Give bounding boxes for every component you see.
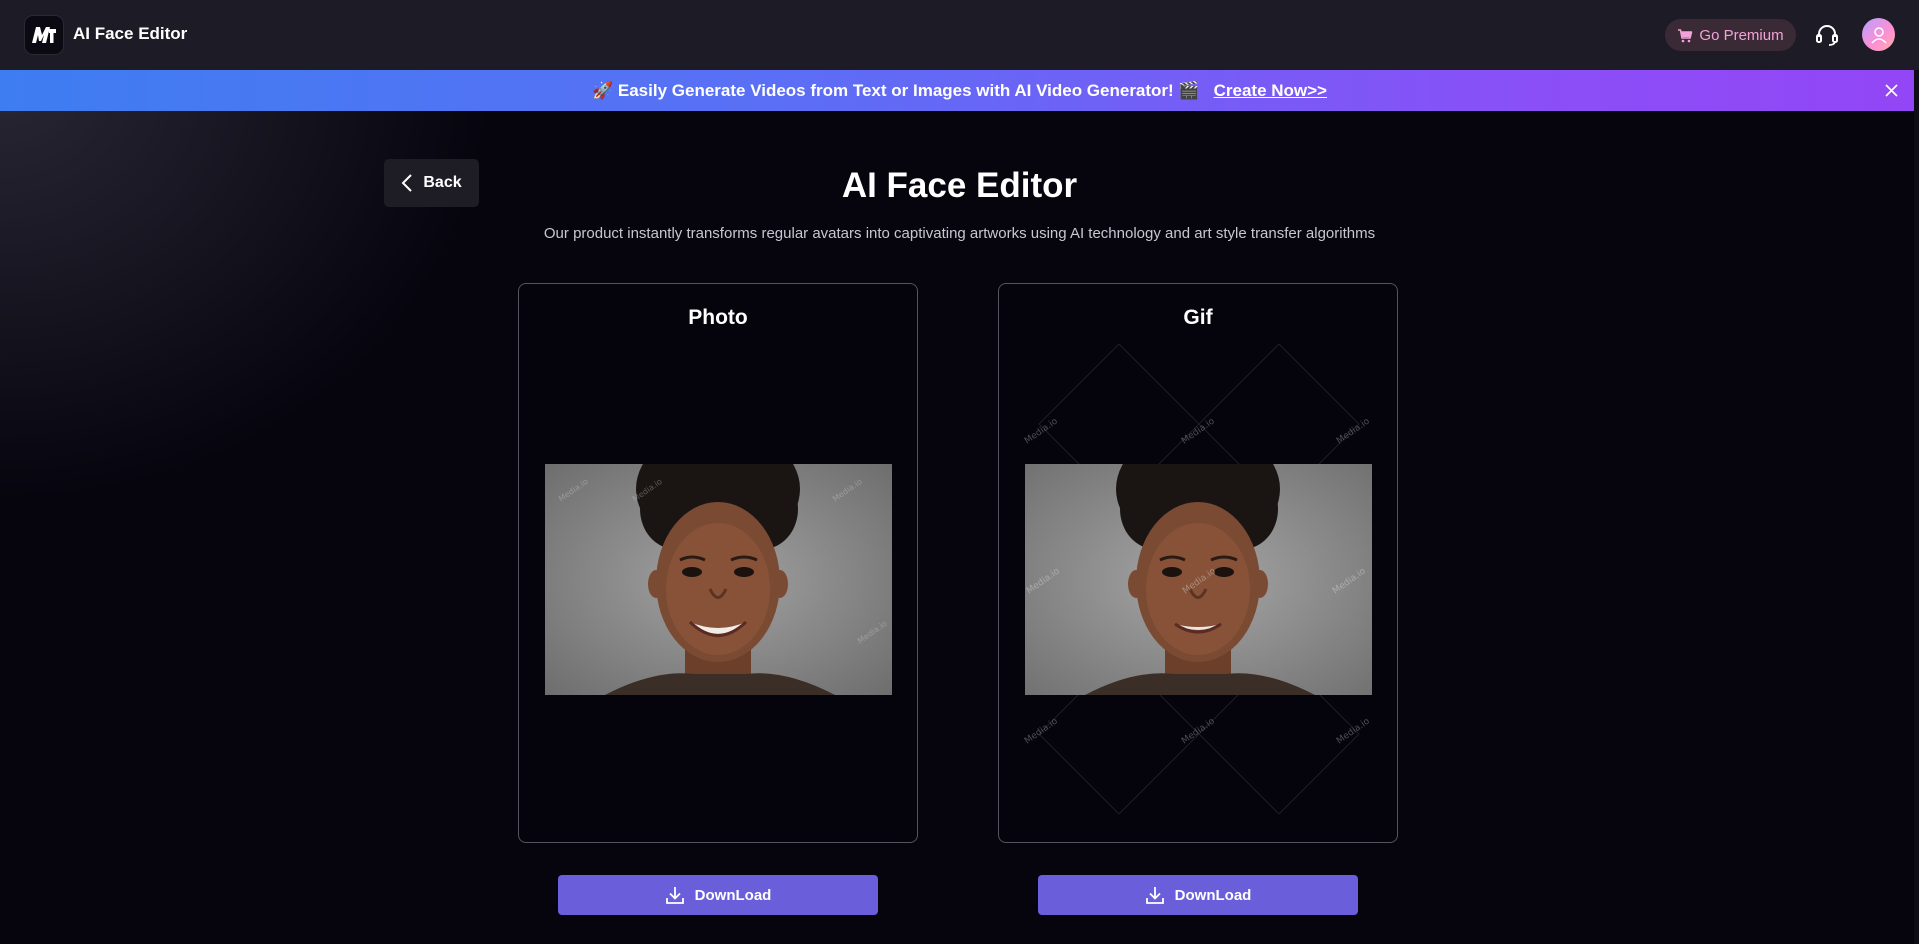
close-icon[interactable]: [1883, 82, 1900, 99]
scrollbar[interactable]: [1914, 70, 1919, 944]
card-title: Photo: [688, 306, 748, 329]
gif-result-card: Gif Media.io Media.io Media.io Media.io …: [998, 283, 1398, 843]
page-background: [0, 0, 1919, 944]
svg-text:Media.io: Media.io: [1335, 716, 1372, 746]
download-label: DownLoad: [1174, 886, 1252, 904]
headset-icon: [1816, 25, 1838, 46]
page-title: AI Face Editor: [841, 166, 1078, 205]
gif-download-button[interactable]: DownLoad: [1038, 875, 1358, 915]
promo-message: 🚀 Easily Generate Videos from Text or Im…: [592, 80, 1200, 100]
support-button[interactable]: [1814, 22, 1840, 48]
photo-download-button[interactable]: DownLoad: [558, 875, 878, 915]
go-premium-button[interactable]: Go Premium: [1665, 19, 1796, 51]
top-bar: AI Face Editor Go Premium: [0, 0, 1919, 70]
cart-icon: [1678, 28, 1693, 42]
logo-mark-icon: [32, 27, 56, 43]
promo-banner: 🚀 Easily Generate Videos from Text or Im…: [0, 70, 1919, 111]
svg-text:Media.io: Media.io: [1023, 716, 1060, 746]
download-icon: [1145, 887, 1164, 904]
card-title: Gif: [1183, 306, 1213, 329]
page-subtitle: Our product instantly transforms regular…: [543, 225, 1376, 242]
go-premium-label: Go Premium: [1699, 26, 1784, 44]
user-avatar-icon: [1870, 26, 1887, 44]
download-label: DownLoad: [694, 886, 772, 904]
promo-create-now-link[interactable]: Create Now>>: [1214, 81, 1327, 101]
svg-text:Media.io: Media.io: [1335, 416, 1372, 446]
photo-preview-image: Media.io Media.io Media.io Media.io: [545, 464, 892, 695]
app-logo[interactable]: [24, 15, 64, 55]
app-title: AI Face Editor: [73, 24, 188, 43]
user-avatar[interactable]: [1862, 18, 1895, 51]
photo-result-card: Photo Media.io Media.io Media.io Media.i…: [518, 283, 918, 843]
svg-text:Media.io: Media.io: [1180, 416, 1217, 446]
gif-preview-image: Media.io Media.io Media.io: [1025, 464, 1372, 695]
download-icon: [665, 887, 684, 904]
